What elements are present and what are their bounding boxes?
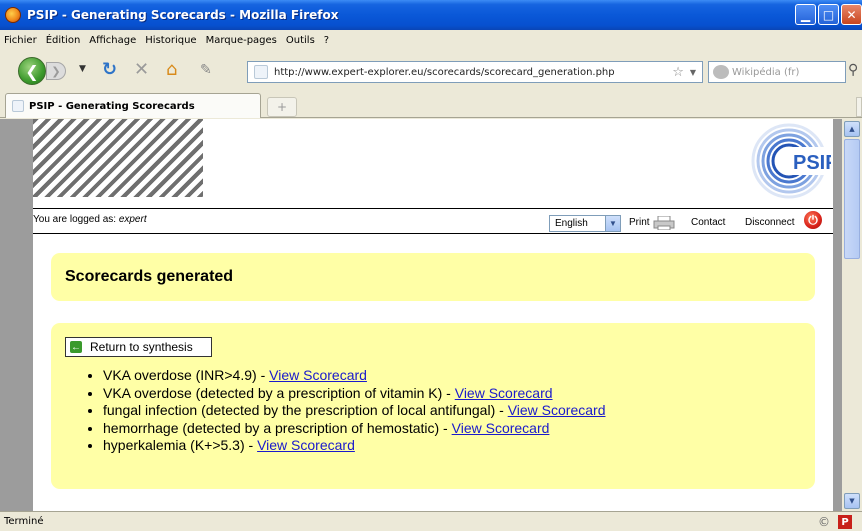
scrollbar-thumb[interactable] (844, 139, 860, 259)
scorecard-text: VKA overdose (detected by a prescription… (103, 384, 455, 401)
window-controls: ▁ □ ✕ (795, 4, 862, 25)
new-tab-button[interactable]: + (267, 97, 297, 117)
list-item: VKA overdose (detected by a prescription… (103, 385, 605, 403)
navigation-toolbar: ❮ ❯ ▼ ↻ ✕ ⌂ ✎ http://www.expert-explorer… (0, 50, 862, 90)
chevron-down-icon[interactable]: ▼ (605, 216, 620, 231)
maximize-button[interactable]: □ (818, 4, 839, 25)
forward-button[interactable]: ❯ (46, 62, 66, 80)
tab-scroll-right[interactable] (856, 97, 862, 117)
bookmark-star-icon[interactable]: ☆ (672, 65, 684, 80)
addon-icon[interactable]: ✎ (200, 61, 212, 79)
scorecard-text: VKA overdose (INR>4.9) - (103, 367, 270, 383)
status-text: Terminé (4, 516, 44, 527)
heading-panel: Scorecards generated (51, 253, 815, 301)
address-url[interactable]: http://www.expert-explorer.eu/scorecards… (274, 67, 672, 78)
window-title: PSIP - Generating Scorecards - Mozilla F… (27, 8, 339, 22)
scorecard-text: hyperkalemia (K+>5.3) - (103, 437, 258, 454)
pdf-status-icon[interactable]: P (838, 515, 852, 529)
menu-fichier[interactable]: Fichier (4, 35, 37, 46)
status-icons: © P (818, 515, 852, 529)
addon-status-icon[interactable]: © (818, 515, 832, 529)
search-placeholder: Wikipédia (fr) (732, 66, 800, 78)
user-bar: You are logged as: expert English ▼ Prin… (33, 208, 833, 234)
scorecard-text: hemorrhage (detected by a prescription o… (103, 419, 452, 436)
print-link[interactable]: Print (629, 217, 650, 228)
scroll-up-icon[interactable]: ▲ (844, 121, 860, 137)
list-item: VKA overdose (INR>4.9) - View Scorecard (103, 367, 605, 385)
site-identity-icon[interactable] (254, 65, 268, 79)
login-user: expert (118, 214, 147, 225)
tab-scorecards[interactable]: PSIP - Generating Scorecards (5, 93, 261, 118)
arrow-left-icon: ← (70, 341, 82, 353)
web-page: PSIP You are logged as: expert English ▼… (33, 119, 833, 511)
menu-bar: Fichier Édition Affichage Historique Mar… (0, 30, 862, 50)
close-window-button[interactable]: ✕ (841, 4, 862, 25)
view-scorecard-link[interactable]: View Scorecard (508, 402, 606, 418)
minimize-button[interactable]: ▁ (795, 4, 816, 25)
menu-edition[interactable]: Édition (46, 35, 81, 46)
logo-text: PSIP (793, 152, 831, 174)
scorecards-panel: ← Return to synthesis VKA overdose (INR>… (51, 323, 815, 489)
power-icon[interactable]: ⏻ (804, 211, 822, 229)
header-stripes (33, 119, 203, 197)
tab-bar: PSIP - Generating Scorecards + (0, 90, 862, 118)
back-button[interactable]: ❮ (18, 57, 46, 85)
menu-help[interactable]: ? (324, 35, 329, 46)
window-titlebar: PSIP - Generating Scorecards - Mozilla F… (0, 0, 862, 30)
login-prefix: You are logged as: (33, 214, 119, 225)
psip-logo: PSIP (751, 123, 831, 199)
vertical-scrollbar[interactable]: ▲ ▼ (842, 119, 862, 511)
language-select[interactable]: English ▼ (549, 215, 621, 232)
return-label: Return to synthesis (90, 340, 193, 354)
history-dropdown-icon[interactable]: ▼ (79, 64, 86, 74)
tab-label: PSIP - Generating Scorecards (29, 100, 195, 112)
reload-icon[interactable]: ↻ (102, 61, 117, 79)
page-title: Scorecards generated (65, 268, 234, 285)
scorecard-text: fungal infection (detected by the prescr… (103, 402, 508, 419)
list-item: hemorrhage (detected by a prescription o… (103, 420, 605, 438)
search-bar[interactable]: Wikipédia (fr) (708, 61, 846, 83)
return-to-synthesis-button[interactable]: ← Return to synthesis (65, 337, 212, 357)
scorecard-list: VKA overdose (INR>4.9) - View Scorecard … (103, 367, 605, 455)
browser-viewport: PSIP You are logged as: expert English ▼… (0, 119, 862, 511)
contact-link[interactable]: Contact (691, 217, 725, 228)
menu-marque-pages[interactable]: Marque-pages (206, 35, 277, 46)
list-item: hyperkalemia (K+>5.3) - View Scorecard (103, 437, 605, 455)
search-icon[interactable]: ⚲ (848, 62, 858, 78)
view-scorecard-link[interactable]: View Scorecard (257, 437, 355, 453)
firefox-icon (5, 7, 21, 23)
list-item: fungal infection (detected by the prescr… (103, 402, 605, 420)
menu-historique[interactable]: Historique (145, 35, 196, 46)
scroll-down-icon[interactable]: ▼ (844, 493, 860, 509)
view-scorecard-link[interactable]: View Scorecard (269, 367, 367, 383)
menu-outils[interactable]: Outils (286, 35, 315, 46)
language-value: English (555, 218, 588, 229)
search-engine-icon[interactable] (713, 65, 729, 79)
url-dropdown-icon[interactable]: ▼ (690, 68, 696, 77)
view-scorecard-link[interactable]: View Scorecard (452, 420, 550, 436)
menu-affichage[interactable]: Affichage (89, 35, 136, 46)
stop-icon[interactable]: ✕ (134, 61, 149, 79)
address-bar[interactable]: http://www.expert-explorer.eu/scorecards… (247, 61, 703, 83)
view-scorecard-link[interactable]: View Scorecard (455, 385, 553, 401)
login-status: You are logged as: expert (33, 214, 147, 225)
tab-favicon-icon (12, 100, 24, 112)
status-bar: Terminé © P (0, 511, 862, 531)
printer-icon[interactable] (653, 216, 675, 230)
home-icon[interactable]: ⌂ (166, 61, 177, 79)
disconnect-link[interactable]: Disconnect (745, 217, 794, 228)
